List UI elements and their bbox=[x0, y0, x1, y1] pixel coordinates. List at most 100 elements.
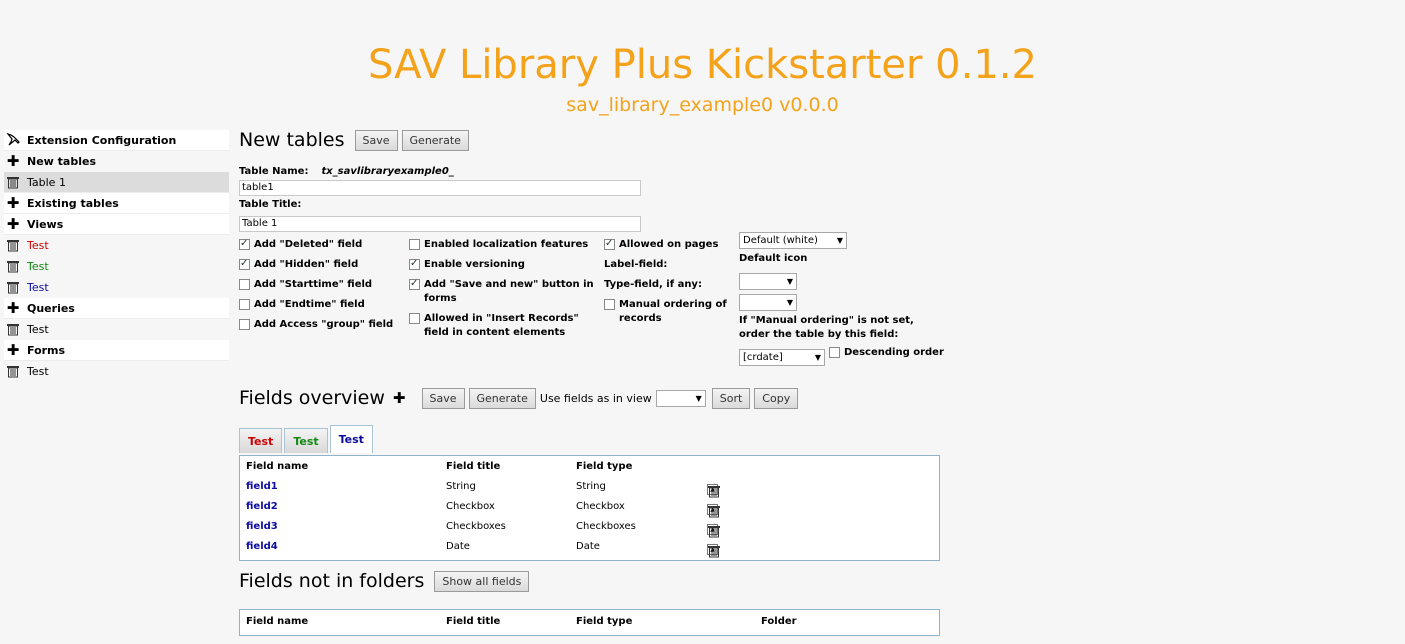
sidebar-item-label: Queries bbox=[27, 301, 75, 315]
field-name-link[interactable]: field4 bbox=[246, 541, 278, 552]
page-subtitle: sav_library_example0 v0.0.0 bbox=[566, 94, 839, 116]
sidebar-item-view-test-red[interactable]: Test bbox=[4, 235, 229, 256]
table-row: field4 Date Date ▼ ▲ bbox=[240, 536, 939, 558]
use-fields-label: Use fields as in view bbox=[539, 391, 652, 405]
trash-icon[interactable] bbox=[4, 321, 22, 337]
add-endtime-checkbox[interactable] bbox=[239, 299, 250, 310]
sidebar-item-label: Forms bbox=[27, 343, 66, 357]
field-name-link[interactable]: field3 bbox=[246, 521, 278, 532]
sidebar-item-forms[interactable]: ✚ Forms bbox=[4, 340, 229, 361]
field-name-link[interactable]: field1 bbox=[246, 481, 278, 492]
save-button[interactable]: Save bbox=[354, 129, 398, 151]
view-select[interactable]: ▼ bbox=[655, 389, 706, 407]
chevron-down-icon: ▼ bbox=[786, 277, 793, 286]
sidebar-item-table-1[interactable]: Table 1 bbox=[4, 172, 229, 193]
descending-order-option[interactable]: Descending order bbox=[829, 346, 944, 360]
add-deleted-option[interactable]: Add "Deleted" field bbox=[239, 237, 362, 252]
add-hidden-checkbox[interactable] bbox=[239, 257, 250, 271]
plus-icon: ✚ bbox=[6, 215, 20, 233]
sidebar-item-label: Existing tables bbox=[27, 196, 119, 210]
table-row: field1 String String ▼ ▲ bbox=[240, 476, 939, 498]
add-deleted-checkbox[interactable] bbox=[239, 237, 250, 251]
sidebar-item-form-test[interactable]: Test bbox=[4, 361, 229, 382]
add-hidden-option[interactable]: Add "Hidden" field bbox=[239, 257, 358, 272]
table-options: Add "Deleted" field Add "Hidden" field A… bbox=[239, 232, 959, 388]
fields-overview-header: Fields overview ✚ Save Generate Use fiel… bbox=[239, 383, 802, 413]
tab-test-green[interactable]: Test bbox=[284, 428, 328, 453]
sidebar-item-view-test-green[interactable]: Test bbox=[4, 256, 229, 277]
tab-test-red[interactable]: Test bbox=[239, 428, 283, 453]
chevron-down-icon: ▼ bbox=[814, 353, 821, 362]
generate-button[interactable]: Generate bbox=[468, 387, 536, 409]
sidebar-item-label: New tables bbox=[27, 154, 96, 168]
show-all-fields-button[interactable]: Show all fields bbox=[434, 570, 530, 592]
sidebar-item-views[interactable]: ✚ Views bbox=[4, 214, 229, 235]
fields-overview-heading: Fields overview bbox=[239, 387, 385, 409]
new-tables-heading: New tables bbox=[239, 129, 345, 151]
table-header: Field name Field title Field type bbox=[246, 461, 633, 472]
sidebar-item-extension-configuration[interactable]: Extension Configuration bbox=[4, 130, 229, 151]
table-row: field2 Checkbox Checkbox ▼ ▲ bbox=[240, 496, 939, 518]
table-name-prefix: tx_savlibraryexample0_ bbox=[321, 166, 454, 177]
tab-test-blue[interactable]: Test bbox=[329, 425, 373, 453]
trash-icon[interactable] bbox=[707, 544, 721, 558]
trash-icon[interactable] bbox=[4, 363, 22, 379]
save-and-new-checkbox[interactable] bbox=[409, 277, 420, 291]
enable-localization-checkbox[interactable] bbox=[409, 239, 420, 250]
manual-ordering-option[interactable]: Manual ordering of records bbox=[604, 298, 727, 326]
sort-button[interactable]: Sort bbox=[711, 387, 751, 409]
add-access-group-checkbox[interactable] bbox=[239, 319, 250, 330]
manual-ordering-checkbox[interactable] bbox=[604, 299, 615, 310]
field-name-link[interactable]: field2 bbox=[246, 501, 278, 512]
label-field-select[interactable]: ▼ bbox=[739, 273, 797, 290]
trash-icon[interactable] bbox=[4, 174, 22, 190]
view-tabs: Test Test Test bbox=[239, 425, 375, 453]
enable-localization-option[interactable]: Enabled localization features bbox=[409, 238, 588, 252]
enable-versioning-option[interactable]: Enable versioning bbox=[409, 257, 525, 272]
default-color-select[interactable]: Default (white) ▼ bbox=[739, 232, 847, 249]
type-field-select[interactable]: ▼ bbox=[739, 294, 797, 311]
add-starttime-checkbox[interactable] bbox=[239, 279, 250, 290]
plus-icon: ✚ bbox=[6, 299, 20, 317]
table-name-input[interactable]: table1 bbox=[239, 180, 641, 196]
insert-records-checkbox[interactable] bbox=[409, 313, 420, 324]
copy-button[interactable]: Copy bbox=[754, 387, 799, 409]
add-access-group-option[interactable]: Add Access "group" field bbox=[239, 318, 393, 332]
table-title-label: Table Title: bbox=[239, 199, 302, 210]
sidebar-item-query-test[interactable]: Test bbox=[4, 319, 229, 340]
trash-icon[interactable] bbox=[4, 237, 22, 253]
sidebar-item-label: Table 1 bbox=[27, 175, 66, 189]
ordering-note: If "Manual ordering" is not set, order th… bbox=[739, 315, 914, 340]
fields-not-in-folders-table: Field name Field title Field type Folder bbox=[239, 609, 940, 636]
add-endtime-option[interactable]: Add "Endtime" field bbox=[239, 298, 365, 312]
enable-versioning-checkbox[interactable] bbox=[409, 257, 420, 271]
label-field-label: Label-field: bbox=[604, 259, 668, 270]
add-starttime-option[interactable]: Add "Starttime" field bbox=[239, 278, 372, 292]
order-field-select[interactable]: [crdate] ▼ bbox=[739, 349, 825, 366]
pen-icon bbox=[4, 132, 22, 148]
sidebar-item-label: Views bbox=[27, 217, 64, 231]
sidebar-item-existing-tables[interactable]: ✚ Existing tables bbox=[4, 193, 229, 214]
plus-icon[interactable]: ✚ bbox=[393, 391, 406, 406]
trash-icon[interactable] bbox=[4, 279, 22, 295]
sidebar-item-label: Test bbox=[27, 364, 49, 378]
insert-records-option[interactable]: Allowed in "Insert Records" field in cont… bbox=[409, 312, 579, 340]
save-button[interactable]: Save bbox=[421, 387, 465, 409]
descending-order-checkbox[interactable] bbox=[829, 347, 840, 358]
sidebar-item-new-tables[interactable]: ✚ New tables bbox=[4, 151, 229, 172]
table-name-label: Table Name: bbox=[239, 166, 309, 177]
plus-icon: ✚ bbox=[6, 341, 20, 359]
page-title: SAV Library Plus Kickstarter 0.1.2 bbox=[368, 42, 1037, 88]
generate-button[interactable]: Generate bbox=[401, 129, 469, 151]
sidebar-item-queries[interactable]: ✚ Queries bbox=[4, 298, 229, 319]
trash-icon[interactable] bbox=[4, 258, 22, 274]
save-and-new-option[interactable]: Add "Save and new" button informs bbox=[409, 277, 594, 306]
table-title-input[interactable]: Table 1 bbox=[239, 216, 641, 232]
sidebar-item-view-test-blue[interactable]: Test bbox=[4, 277, 229, 298]
plus-icon: ✚ bbox=[6, 152, 20, 170]
allowed-on-pages-option[interactable]: Allowed on pages bbox=[604, 237, 718, 252]
chevron-down-icon: ▼ bbox=[695, 393, 702, 403]
chevron-down-icon: ▼ bbox=[836, 236, 843, 245]
plus-icon: ✚ bbox=[6, 194, 20, 212]
allowed-on-pages-checkbox[interactable] bbox=[604, 237, 615, 251]
